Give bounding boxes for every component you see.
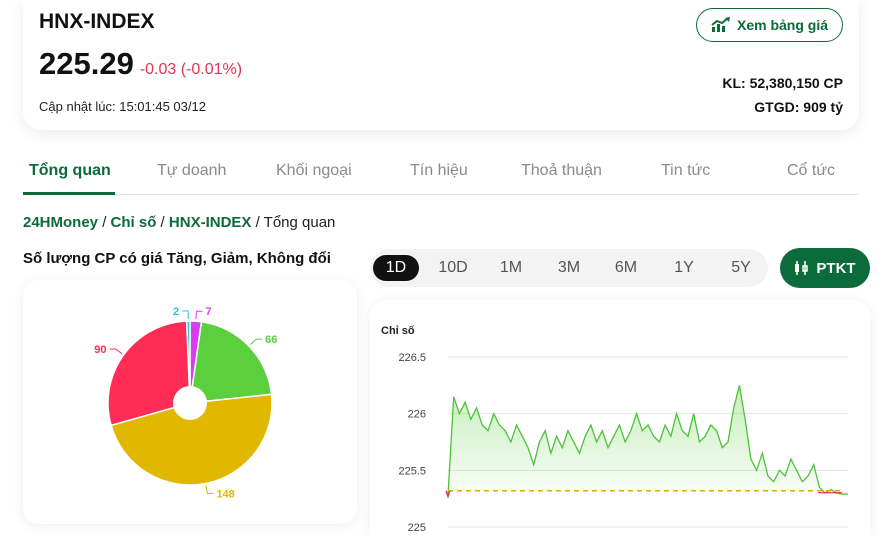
period-3m[interactable]: 3M: [546, 255, 592, 281]
breadcrumb-separator: /: [98, 214, 111, 231]
period-1y[interactable]: 1Y: [661, 255, 707, 281]
y-tick-label: 226: [408, 409, 426, 421]
breadth-title: Số lượng CP có giá Tăng, Giảm, Không đổi: [23, 250, 331, 267]
y-tick-label: 225: [408, 522, 426, 534]
candlestick-icon: [795, 261, 809, 275]
breadcrumb-home[interactable]: 24HMoney: [23, 214, 98, 231]
pie-slice: [189, 320, 273, 404]
tab-proprietary[interactable]: Tự doanh: [157, 162, 226, 180]
pie-center-hole: [173, 386, 207, 420]
ptkt-button[interactable]: PTKT: [780, 248, 870, 288]
view-price-board-button[interactable]: Xem bảng giá: [696, 8, 843, 42]
pie-slice-label: 90: [94, 344, 106, 356]
pie-leader-line: [195, 310, 203, 320]
chart-up-icon: [711, 17, 730, 32]
breadth-pie-chart: 7 66 148 90 2: [94, 306, 277, 500]
update-time: Cập nhật lúc: 15:01:45 03/12: [39, 99, 206, 114]
period-1m[interactable]: 1M: [488, 255, 534, 281]
pie-slice-label: 148: [216, 488, 234, 500]
index-chart-card: Chỉ số 226.5 226 225.5 225: [370, 300, 870, 536]
tab-dividends[interactable]: Cổ tức: [787, 162, 835, 180]
volume-stat: KL: 52,380,150 CP: [722, 75, 843, 91]
index-price: 225.29: [39, 46, 134, 81]
price-row: 225.29 -0.03 (-0.01%): [39, 46, 242, 82]
tab-overview[interactable]: Tổng quan: [29, 162, 111, 180]
breadcrumb: 24HMoney / Chỉ số / HNX-INDEX / Tổng qua…: [23, 214, 335, 231]
pie-slice-label: 66: [265, 334, 277, 346]
index-symbol: HNX-INDEX: [39, 10, 155, 33]
period-1d[interactable]: 1D: [373, 255, 419, 281]
view-price-board-label: Xem bảng giá: [736, 17, 829, 33]
pie-leader-line: [205, 485, 214, 494]
pie-slice-label: 2: [173, 306, 179, 318]
tab-bar: Tổng quan Tự doanh Khối ngoại Tín hiệu T…: [23, 148, 859, 195]
active-tab-indicator: [23, 192, 115, 195]
period-6m[interactable]: 6M: [603, 255, 649, 281]
tab-negotiated[interactable]: Thoả thuận: [521, 162, 602, 180]
index-line-chart: Chỉ số 226.5 226 225.5 225: [381, 325, 848, 534]
tab-news[interactable]: Tin tức: [661, 162, 710, 180]
breadcrumb-separator: /: [251, 214, 264, 231]
y-tick-label: 226.5: [398, 352, 426, 364]
period-5y[interactable]: 5Y: [718, 255, 764, 281]
index-change: -0.03 (-0.01%): [139, 61, 243, 78]
y-tick-label: 225.5: [398, 465, 426, 477]
pie-slice-label: 7: [205, 306, 211, 318]
pie-leader-line: [109, 348, 123, 355]
breadcrumb-current: Tổng quan: [263, 214, 336, 231]
pie-leader-line: [182, 310, 189, 320]
breadth-pie-card: 7 66 148 90 2: [23, 280, 357, 524]
index-area-fill: [448, 385, 848, 496]
breadcrumb-indices[interactable]: Chỉ số: [111, 214, 157, 231]
index-summary-card: HNX-INDEX 225.29 -0.03 (-0.01%) Cập nhật…: [23, 0, 859, 130]
period-selector: 1D 10D 1M 3M 6M 1Y 5Y: [370, 249, 768, 287]
breadcrumb-hnx[interactable]: HNX-INDEX: [169, 214, 252, 231]
breadcrumb-separator: /: [156, 214, 169, 231]
value-stat: GTGD: 909 tỷ: [754, 99, 843, 115]
tab-foreign[interactable]: Khối ngoại: [276, 162, 352, 180]
period-10d[interactable]: 10D: [430, 255, 476, 281]
chart-y-label: Chỉ số: [381, 325, 415, 337]
tab-signals[interactable]: Tín hiệu: [410, 162, 468, 180]
pie-leader-line: [250, 338, 263, 346]
ptkt-label: PTKT: [816, 259, 856, 277]
